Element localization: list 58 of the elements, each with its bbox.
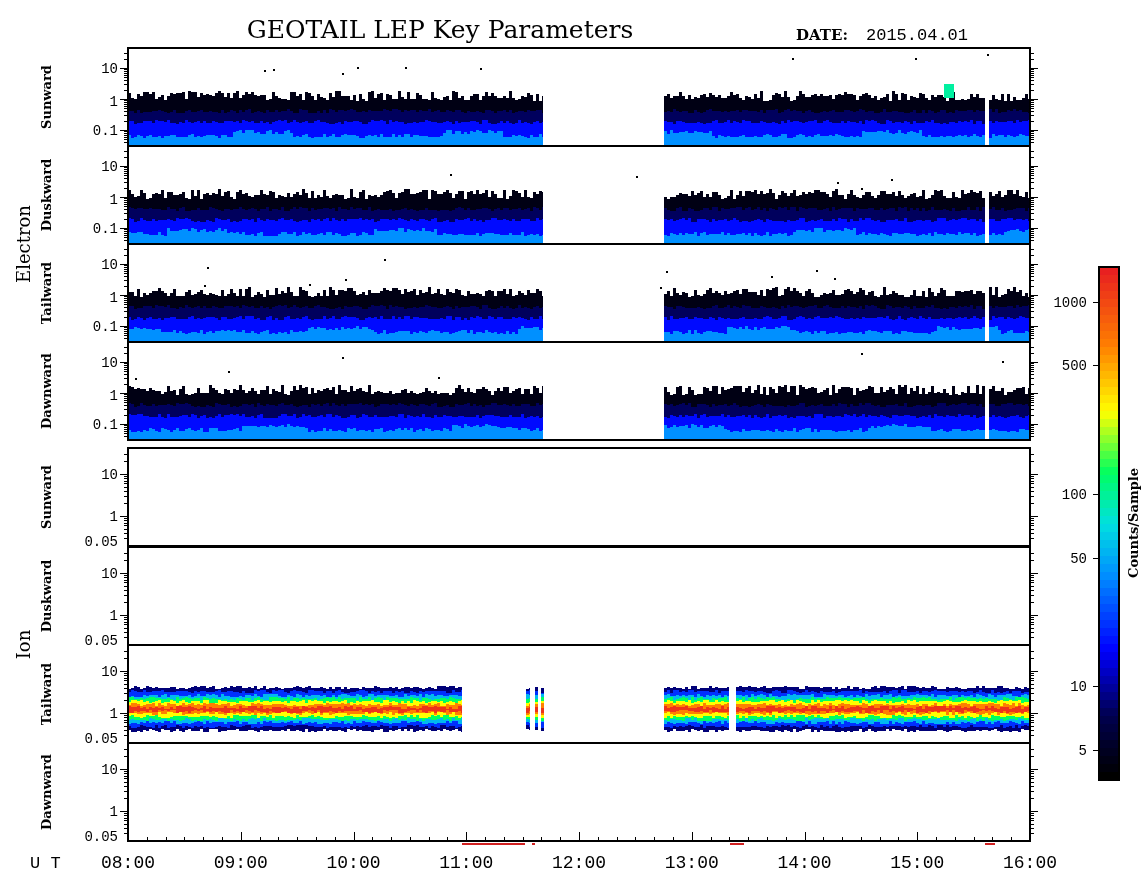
x-tick-label: 13:00 xyxy=(664,853,719,873)
x-axis-label: U T xyxy=(30,854,61,873)
date-value: 2015.04.01 xyxy=(866,26,969,45)
panel-label: Sunward xyxy=(39,65,54,129)
y-tick-label: 10 xyxy=(101,467,118,483)
panel-label: Dawnward xyxy=(39,353,54,429)
y-tick-label: 1 xyxy=(109,388,118,404)
x-tick-label: 14:00 xyxy=(777,853,832,873)
y-tick-label: 0.1 xyxy=(92,319,118,335)
colorbar-tick-label: 1000 xyxy=(1053,295,1087,311)
panel-label: Tailward xyxy=(39,662,54,726)
y-tick-label: 1 xyxy=(109,290,118,306)
y-tick-label: 0.05 xyxy=(84,534,118,550)
colorbar-tick-label: 100 xyxy=(1061,487,1087,503)
x-tick-label: 12:00 xyxy=(552,853,606,873)
panel-label: Sunward xyxy=(39,465,54,529)
y-tick-label: 0.05 xyxy=(84,731,118,747)
panel-label: Dawnward xyxy=(39,754,54,830)
plot-title: GEOTAIL LEP Key Parameters xyxy=(246,15,634,44)
y-tick-label: 10 xyxy=(101,566,118,582)
y-tick-label: 0.1 xyxy=(92,123,118,139)
x-tick-label: 08:00 xyxy=(101,853,155,873)
y-tick-label: 1 xyxy=(109,706,118,722)
panel-label: Duskward xyxy=(39,158,54,232)
y-tick-label: 1 xyxy=(109,804,118,820)
x-tick-label: 10:00 xyxy=(326,853,381,873)
flag-line xyxy=(532,843,535,845)
colorbar-tick-label: 500 xyxy=(1061,358,1087,374)
y-tick-label: 1 xyxy=(109,608,118,624)
y-tick-label: 10 xyxy=(101,159,118,175)
colorbar-label: Counts/Sample xyxy=(1126,468,1141,578)
x-tick-label: 09:00 xyxy=(213,853,268,873)
flag-line xyxy=(985,843,995,845)
y-tick-label: 1 xyxy=(109,94,118,110)
x-tick-label: 11:00 xyxy=(439,853,494,873)
y-tick-label: 10 xyxy=(101,664,118,680)
y-tick-label: 1 xyxy=(109,509,118,525)
y-tick-label: 0.1 xyxy=(92,417,118,433)
panel-label: Tailward xyxy=(39,261,54,325)
date-label: DATE: xyxy=(796,26,848,44)
y-tick-label: 10 xyxy=(101,257,118,273)
y-tick-label: 10 xyxy=(101,61,118,77)
colorbar-tick-label: 10 xyxy=(1070,679,1087,695)
y-tick-label: 10 xyxy=(101,355,118,371)
x-tick-label: 16:00 xyxy=(1003,853,1057,873)
group-label: Ion xyxy=(13,629,34,660)
y-tick-label: 0.1 xyxy=(92,221,118,237)
colorbar-tick-label: 50 xyxy=(1070,551,1087,567)
colorbar-tick-label: 5 xyxy=(1078,743,1087,759)
panel-label: Duskward xyxy=(39,559,54,633)
y-tick-label: 10 xyxy=(101,762,118,778)
group-label: Electron xyxy=(13,205,34,283)
flag-line xyxy=(730,843,744,845)
y-tick-label: 0.05 xyxy=(84,633,118,649)
x-tick-label: 15:00 xyxy=(890,853,945,873)
y-tick-label: 0.05 xyxy=(84,829,118,845)
flag-line xyxy=(462,843,525,845)
y-tick-label: 1 xyxy=(109,192,118,208)
